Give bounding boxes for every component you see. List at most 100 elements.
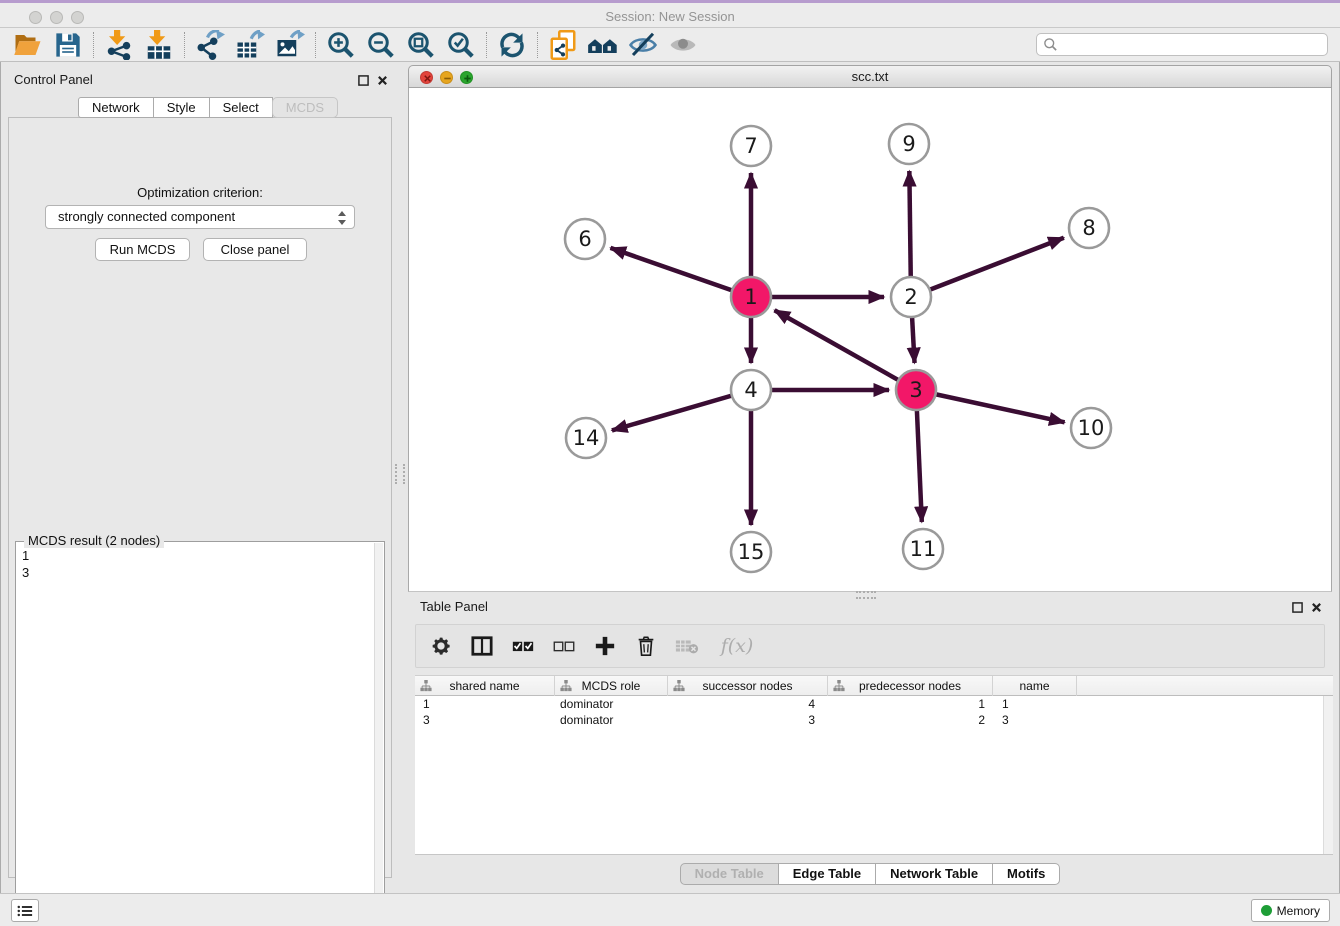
table-tabs: Node TableEdge TableNetwork TableMotifs bbox=[408, 863, 1332, 885]
tab-edge-table[interactable]: Edge Table bbox=[779, 863, 876, 885]
save-session-icon[interactable] bbox=[48, 29, 88, 61]
gear-icon[interactable] bbox=[428, 633, 454, 659]
edge-3-10[interactable] bbox=[916, 390, 1065, 422]
node-9[interactable]: 9 bbox=[889, 124, 929, 164]
close-panel-icon[interactable] bbox=[1311, 600, 1322, 618]
table-panel: Table Panel bbox=[408, 597, 1332, 889]
node-14[interactable]: 14 bbox=[566, 418, 606, 458]
network-window-titlebar[interactable]: scc.txt bbox=[408, 65, 1332, 88]
node-label: 14 bbox=[573, 426, 600, 450]
node-6[interactable]: 6 bbox=[565, 219, 605, 259]
close-panel-icon[interactable] bbox=[377, 73, 388, 91]
table-row[interactable]: 1dominator411 bbox=[415, 696, 1333, 712]
node-7[interactable]: 7 bbox=[731, 126, 771, 166]
zoom-in-icon[interactable] bbox=[321, 29, 361, 61]
node-label: 4 bbox=[744, 378, 757, 402]
delete-icon[interactable] bbox=[633, 633, 659, 659]
columns-icon[interactable] bbox=[469, 633, 495, 659]
optimization-criterion-select[interactable]: strongly connected component bbox=[45, 205, 355, 229]
edge-1-6[interactable] bbox=[610, 248, 751, 297]
node-15[interactable]: 15 bbox=[731, 532, 771, 572]
node-10[interactable]: 10 bbox=[1071, 408, 1111, 448]
memory-button[interactable]: Memory bbox=[1251, 899, 1330, 922]
tab-network-table[interactable]: Network Table bbox=[876, 863, 993, 885]
toolbar-separator bbox=[184, 32, 185, 58]
node-table-header: shared name MCDS role successor nodesprede… bbox=[415, 676, 1333, 696]
node-label: 15 bbox=[738, 540, 765, 564]
tab-motifs[interactable]: Motifs bbox=[993, 863, 1060, 885]
mcds-result-list: 1 3 bbox=[22, 547, 29, 581]
application-window: Session: New Session bbox=[0, 0, 1340, 926]
node-1[interactable]: 1 bbox=[731, 277, 771, 317]
table-row[interactable]: 3dominator323 bbox=[415, 712, 1333, 728]
apply-layout-icon[interactable] bbox=[492, 29, 532, 61]
column-header-predecessor-nodes[interactable]: predecessor nodes bbox=[828, 676, 993, 696]
float-panel-icon[interactable] bbox=[1292, 600, 1303, 618]
task-history-button[interactable] bbox=[11, 899, 39, 922]
edge-4-14[interactable] bbox=[612, 390, 751, 430]
add-icon[interactable] bbox=[592, 633, 618, 659]
tab-network[interactable]: Network bbox=[78, 97, 154, 118]
export-network-icon[interactable] bbox=[190, 29, 230, 61]
cell-name: 1 bbox=[993, 696, 1077, 712]
network-canvas[interactable]: 7 9 6 8 1 2 4 3 14 10 15 11 bbox=[408, 88, 1332, 592]
node-label: 1 bbox=[744, 285, 757, 309]
search-input[interactable] bbox=[1036, 33, 1328, 56]
zoom-selected-icon[interactable] bbox=[441, 29, 481, 61]
control-panel: Control Panel NetworkStyleSelectMCDS Opt… bbox=[8, 70, 392, 878]
table-scrollbar[interactable] bbox=[1323, 696, 1333, 854]
search-icon bbox=[1043, 37, 1058, 57]
close-panel-button[interactable]: Close panel bbox=[203, 238, 307, 261]
first-neighbors-icon[interactable] bbox=[583, 29, 623, 61]
result-scrollbar[interactable] bbox=[374, 543, 383, 921]
memory-label: Memory bbox=[1277, 904, 1320, 918]
column-label: MCDS role bbox=[582, 679, 641, 693]
network-graph[interactable]: 7 9 6 8 1 2 4 3 14 10 15 11 bbox=[409, 88, 1331, 591]
node-label: 3 bbox=[909, 378, 922, 402]
zoom-fit-icon[interactable] bbox=[401, 29, 441, 61]
cell-predecessor-nodes: 1 bbox=[828, 696, 993, 712]
edge-3-1[interactable] bbox=[775, 310, 916, 390]
export-image-icon[interactable] bbox=[270, 29, 310, 61]
zoom-out-icon[interactable] bbox=[361, 29, 401, 61]
select-all-icon[interactable] bbox=[510, 633, 536, 659]
column-header-shared-name[interactable]: shared name bbox=[415, 676, 555, 696]
cell-name: 3 bbox=[993, 712, 1077, 728]
node-2[interactable]: 2 bbox=[891, 277, 931, 317]
node-label: 7 bbox=[744, 134, 757, 158]
column-header-name[interactable]: name bbox=[993, 676, 1077, 696]
vertical-splitter-handle[interactable] bbox=[395, 464, 405, 484]
import-network-icon[interactable] bbox=[99, 29, 139, 61]
run-mcds-button[interactable]: Run MCDS bbox=[95, 238, 190, 261]
import-table-icon[interactable] bbox=[139, 29, 179, 61]
show-all-icon[interactable] bbox=[663, 29, 703, 61]
tab-node-table[interactable]: Node Table bbox=[680, 863, 779, 885]
node-table-body: 1dominator4113dominator323 bbox=[415, 696, 1333, 728]
node-11[interactable]: 11 bbox=[903, 529, 943, 569]
node-label: 8 bbox=[1082, 216, 1095, 240]
node-4[interactable]: 4 bbox=[731, 370, 771, 410]
node-8[interactable]: 8 bbox=[1069, 208, 1109, 248]
node-label: 11 bbox=[910, 537, 937, 561]
open-file-icon[interactable] bbox=[8, 29, 48, 61]
deselect-all-icon[interactable] bbox=[551, 633, 577, 659]
column-header-successor-nodes[interactable]: successor nodes bbox=[668, 676, 828, 696]
table-panel-header: Table Panel bbox=[408, 597, 1332, 619]
tab-mcds[interactable]: MCDS bbox=[272, 97, 338, 118]
tab-style[interactable]: Style bbox=[154, 97, 210, 118]
memory-status-icon bbox=[1261, 905, 1272, 916]
hide-selected-icon[interactable] bbox=[623, 29, 663, 61]
cell-shared-name: 3 bbox=[415, 712, 555, 728]
export-table-icon[interactable] bbox=[230, 29, 270, 61]
main-toolbar bbox=[0, 28, 1340, 62]
column-header-MCDS-role[interactable]: MCDS role bbox=[555, 676, 668, 696]
control-panel-title: Control Panel bbox=[8, 70, 392, 90]
node-3[interactable]: 3 bbox=[896, 370, 936, 410]
cell-MCDS-role: dominator bbox=[555, 712, 668, 728]
edge-2-8[interactable] bbox=[911, 238, 1064, 297]
float-panel-icon[interactable] bbox=[358, 73, 369, 91]
tab-select[interactable]: Select bbox=[210, 97, 273, 118]
cell-successor-nodes: 4 bbox=[668, 696, 828, 712]
create-network-view-icon[interactable] bbox=[543, 29, 583, 61]
toolbar-separator bbox=[93, 32, 94, 58]
